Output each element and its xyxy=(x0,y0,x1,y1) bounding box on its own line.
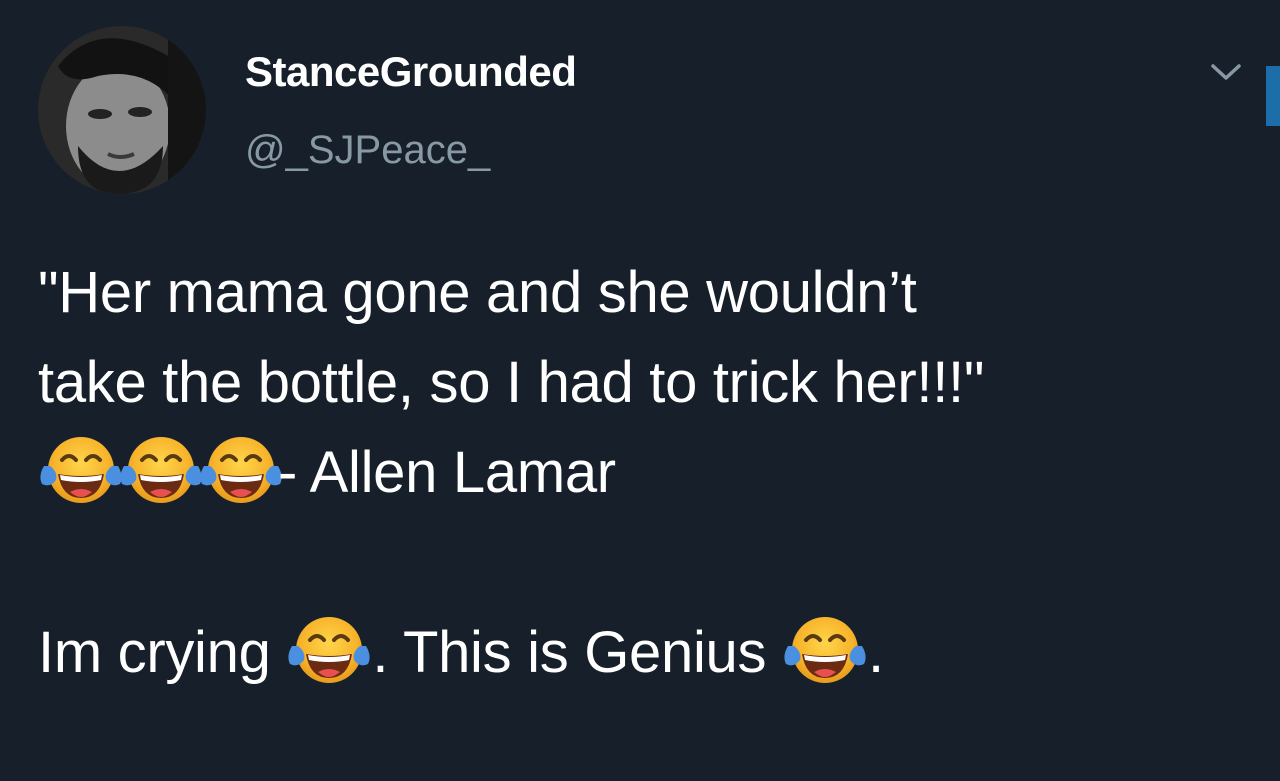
profile-photo-icon xyxy=(38,26,206,194)
tears-of-joy-icon xyxy=(118,430,204,510)
display-name[interactable]: StanceGrounded xyxy=(245,48,577,96)
user-handle[interactable]: @_SJPeace_ xyxy=(245,128,490,173)
scroll-indicator xyxy=(1266,66,1280,126)
tears-of-joy-icon xyxy=(286,610,372,690)
line5-part1: Im crying xyxy=(38,620,287,685)
tears-of-joy-icon xyxy=(38,430,124,510)
avatar[interactable] xyxy=(38,26,206,194)
line5-part3: . xyxy=(868,620,884,685)
attribution-text: - Allen Lamar xyxy=(278,440,616,505)
tears-of-joy-icon xyxy=(198,430,284,510)
tweet-card: StanceGrounded @_SJPeace_ "Her mama gone… xyxy=(0,0,1280,781)
chevron-down-icon[interactable] xyxy=(1208,58,1244,86)
tweet-line-3: - Allen Lamar xyxy=(38,428,1248,518)
tears-of-joy-icon xyxy=(782,610,868,690)
tweet-line-5: Im crying . This is Genius . xyxy=(38,608,1248,698)
line5-part2: . This is Genius xyxy=(372,620,783,685)
tweet-text: "Her mama gone and she wouldn’t take the… xyxy=(38,248,1248,698)
tweet-line-2: take the bottle, so I had to trick her!!… xyxy=(38,350,985,415)
tweet-line-1: "Her mama gone and she wouldn’t xyxy=(38,260,917,325)
